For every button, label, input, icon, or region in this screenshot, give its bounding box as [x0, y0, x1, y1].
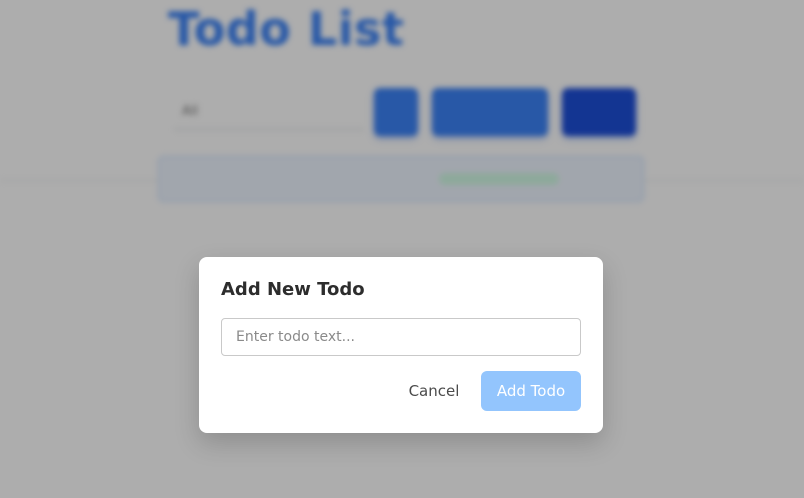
- todo-text-input[interactable]: [221, 318, 581, 356]
- add-todo-button[interactable]: Add Todo: [481, 371, 581, 411]
- cancel-button[interactable]: Cancel: [403, 371, 465, 411]
- dialog-title: Add New Todo: [221, 279, 365, 300]
- add-todo-dialog: Add New Todo Cancel Add Todo: [199, 257, 603, 433]
